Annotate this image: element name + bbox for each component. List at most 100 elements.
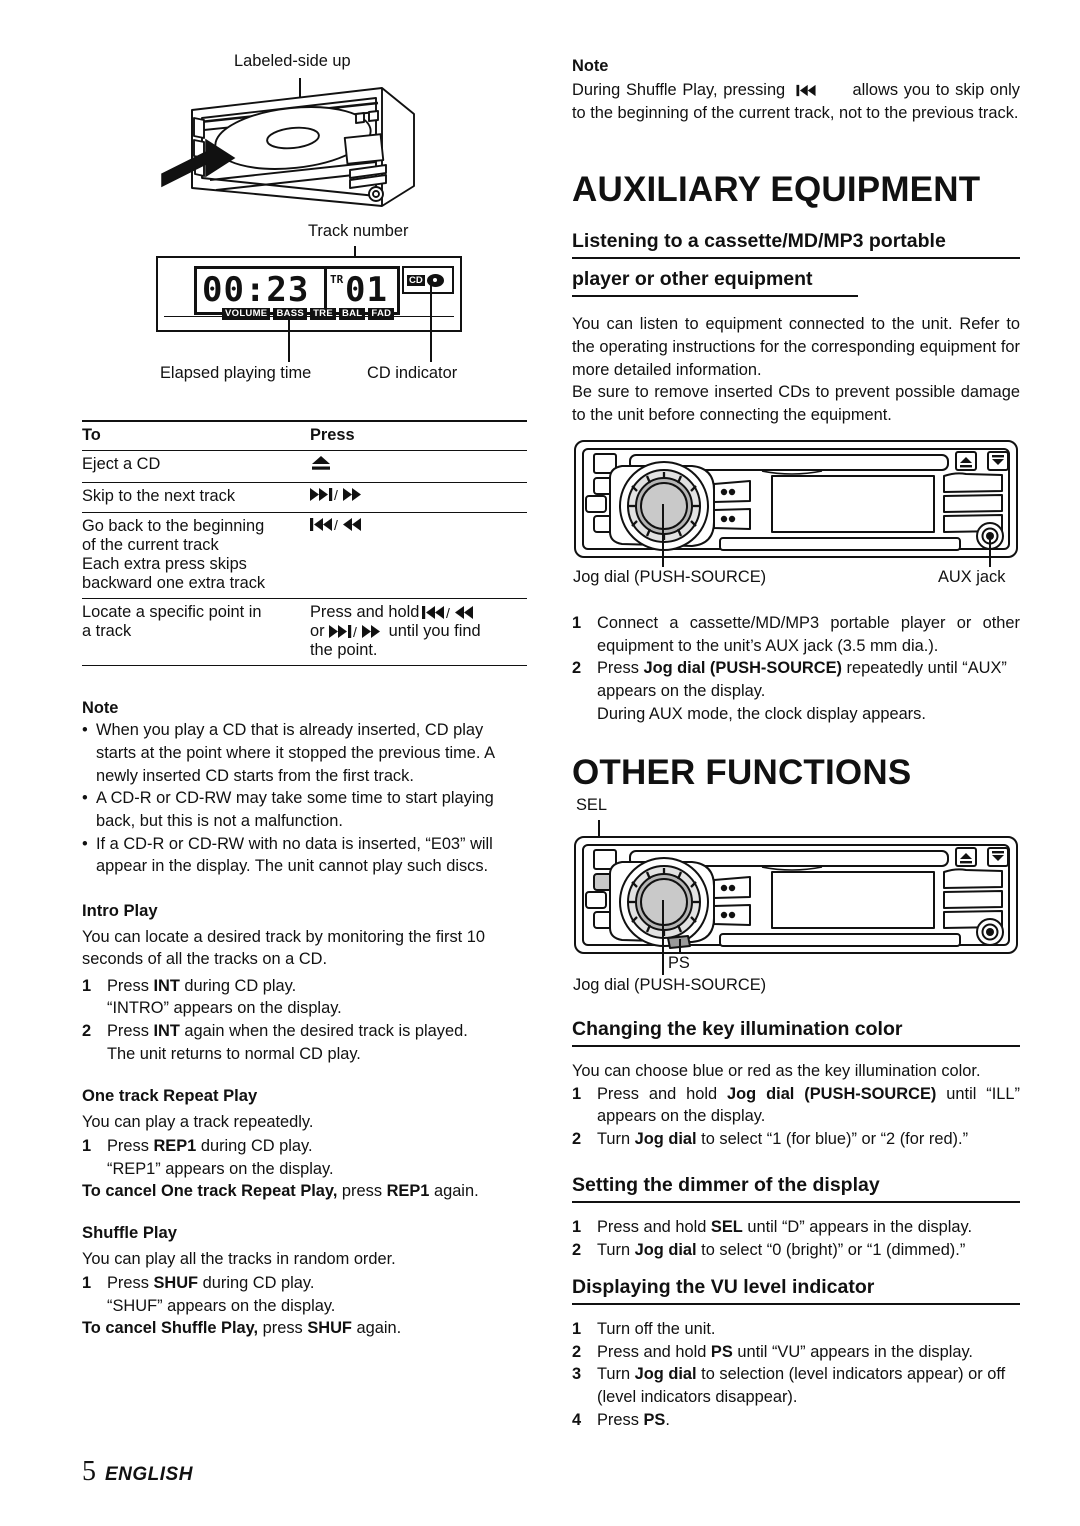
chapter-title-auxiliary-equipment: AUXILIARY EQUIPMENT: [572, 170, 981, 209]
table-bottom-rule-right: [310, 665, 527, 666]
section-listening-paragraph-2: Be sure to remove inserted CDs to preven…: [572, 383, 1020, 424]
svg-text:/: /: [334, 487, 338, 502]
step-text: Press INT during CD play.: [107, 975, 527, 998]
cell-action-go-back-line1: Go back to the beginning: [82, 517, 265, 535]
table-bottom-rule-row: [82, 665, 527, 666]
step-text: Press INT again when the desired track i…: [107, 1020, 527, 1043]
key-operations-table: To Press Eject a CD Skip to the next tra…: [82, 420, 527, 666]
step-text-suffix: to select “0 (bright)” or “1 (dimmed).”: [696, 1240, 966, 1259]
shuffle-play-step-1-sub: “SHUF” appears on the display.: [107, 1296, 336, 1315]
svg-text:/: /: [353, 624, 357, 639]
car-stereo-front-panel: [574, 836, 1018, 954]
step-number: 1: [572, 1218, 582, 1237]
illumination-step-2: 2 Turn Jog dial to select “1 (for blue)”…: [572, 1128, 1020, 1151]
right-note-text: During Shuffle Play, pressing allows you…: [572, 79, 1020, 124]
svg-text:/: /: [334, 517, 338, 532]
step-key-name: SEL: [710, 1218, 743, 1237]
cancel-mid: press: [337, 1182, 387, 1201]
one-track-repeat-step-1: 1 Press REP1 during CD play.: [82, 1135, 527, 1158]
step-key-name: Jog dial (PUSH-SOURCE): [643, 659, 842, 678]
step-text: Turn Jog dial to selection (level indica…: [597, 1363, 1020, 1408]
step-key-name: Jog dial: [634, 1365, 697, 1384]
step-text-prefix: Press: [107, 1137, 154, 1156]
step-number: 1: [572, 1084, 582, 1103]
step-text-suffix: again when the desired track is played.: [179, 1022, 468, 1041]
cancel-end: again.: [351, 1319, 402, 1338]
cancel-key-name: REP1: [386, 1182, 430, 1201]
intro-play-heading: Intro Play: [82, 901, 158, 920]
cancel-label: To cancel One track Repeat Play,: [82, 1182, 338, 1201]
step-key-name: Jog dial: [634, 1240, 697, 1259]
label-track-number: Track number: [308, 222, 409, 240]
table-row: Go back to the beginning of the current …: [82, 512, 527, 599]
step-text: Turn Jog dial to select “1 (for blue)” o…: [597, 1128, 1020, 1151]
cancel-end: again.: [429, 1182, 479, 1201]
step-text-prefix: Turn: [597, 1130, 635, 1149]
cell-action-go-back-line2: of the current track: [82, 536, 219, 554]
skip-back-icon: /: [310, 517, 361, 533]
right-note-text-before: During Shuffle Play, pressing: [572, 81, 791, 100]
step-text: Press and hold PS until “VU” appears in …: [597, 1341, 1020, 1364]
vu-step-4: 4 Press PS.: [572, 1409, 1020, 1432]
vu-step-1: 1 Turn off the unit.: [572, 1318, 1020, 1341]
aux-step-2-sub: During AUX mode, the clock display appea…: [597, 704, 926, 723]
lcd-elapsed-time-value: 00:23: [202, 270, 310, 310]
indicator-volume: VOLUME: [222, 308, 271, 320]
cancel-label: To cancel Shuffle Play,: [82, 1319, 259, 1338]
page-footer: 5 ENGLISH: [82, 1456, 193, 1488]
step-text-prefix: Turn: [597, 1365, 635, 1384]
step-text-prefix: Press and hold: [597, 1218, 711, 1237]
step-text-suffix: until “VU” appears in the display.: [732, 1342, 973, 1361]
page-number: 5: [82, 1456, 96, 1487]
table-header-row: To Press: [82, 421, 527, 451]
leader-elapsed-time: [288, 318, 291, 362]
leader-jog-dial-aux: [662, 504, 665, 567]
step-key-name: PS: [710, 1342, 733, 1361]
step-text-prefix: Press: [597, 1410, 644, 1429]
section-key-illumination-heading: Changing the key illumination color: [572, 1016, 1020, 1048]
left-note-heading: Note: [82, 699, 119, 717]
one-track-repeat-heading: One track Repeat Play: [82, 1086, 258, 1105]
section-dimmer-heading: Setting the dimmer of the display: [572, 1172, 1020, 1204]
step-text-prefix: Turn: [597, 1240, 635, 1259]
section-listening-heading: Listening to a cassette/MD/MP3 portable …: [572, 228, 1020, 298]
indicator-fad: FAD: [368, 308, 395, 320]
label-aux-jack: AUX jack: [938, 568, 1006, 586]
table-bottom-rule-left: [82, 665, 310, 666]
step-key-name: REP1: [153, 1137, 197, 1156]
step-text-prefix: Press: [107, 1274, 154, 1293]
step-number: 2: [572, 1130, 582, 1149]
car-stereo-front-panel: [574, 440, 1018, 558]
lcd-indicator-row: VOLUME BASS TRE BAL FAD: [222, 308, 395, 320]
cell-key-go-back: /: [310, 513, 527, 599]
skip-forward-icon: /: [310, 487, 361, 503]
cell-action-eject: Eject a CD: [82, 455, 161, 473]
chapter-title-other-functions: OTHER FUNCTIONS: [572, 753, 912, 792]
shuffle-play-heading: Shuffle Play: [82, 1223, 177, 1242]
lcd-track-value: 01: [345, 270, 388, 310]
step-key-name: INT: [153, 1022, 180, 1041]
list-item: A CD-R or CD-RW may take some time to st…: [82, 787, 527, 832]
step-number: 1: [82, 976, 92, 995]
table-row: Eject a CD: [82, 450, 527, 483]
step-number: 2: [82, 1022, 92, 1041]
step-text-prefix: Press and hold: [597, 1084, 728, 1103]
figure-front-panel-aux: Jog dial (PUSH-SOURCE) AUX jack: [572, 438, 1020, 598]
list-item: If a CD-R or CD-RW with no data is inser…: [82, 833, 527, 878]
dimmer-step-2: 2 Turn Jog dial to select “0 (bright)” o…: [572, 1239, 1020, 1262]
dimmer-step-1: 1 Press and hold SEL until “D” appears i…: [572, 1216, 1020, 1239]
cell-action-locate-line2: a track: [82, 622, 132, 640]
indicator-tre: TRE: [310, 308, 336, 320]
step-text-suffix: during CD play.: [179, 976, 297, 995]
step-text: Turn off the unit.: [597, 1320, 716, 1339]
step-text-suffix: during CD play.: [198, 1274, 315, 1293]
label-ps: PS: [668, 954, 690, 972]
cell-key-eject: [310, 451, 527, 483]
cell-action-locate: Locate a specific point in a track: [82, 599, 310, 666]
step-text: Press REP1 during CD play.: [107, 1135, 527, 1158]
step-number: 1: [82, 1274, 92, 1293]
leader-jog-dial-other: [662, 900, 665, 975]
column-header-press: Press: [310, 426, 355, 444]
shuffle-play-cancel: To cancel Shuffle Play, press SHUF again…: [82, 1317, 527, 1340]
section-key-illumination: Changing the key illumination color You …: [572, 1016, 1020, 1151]
